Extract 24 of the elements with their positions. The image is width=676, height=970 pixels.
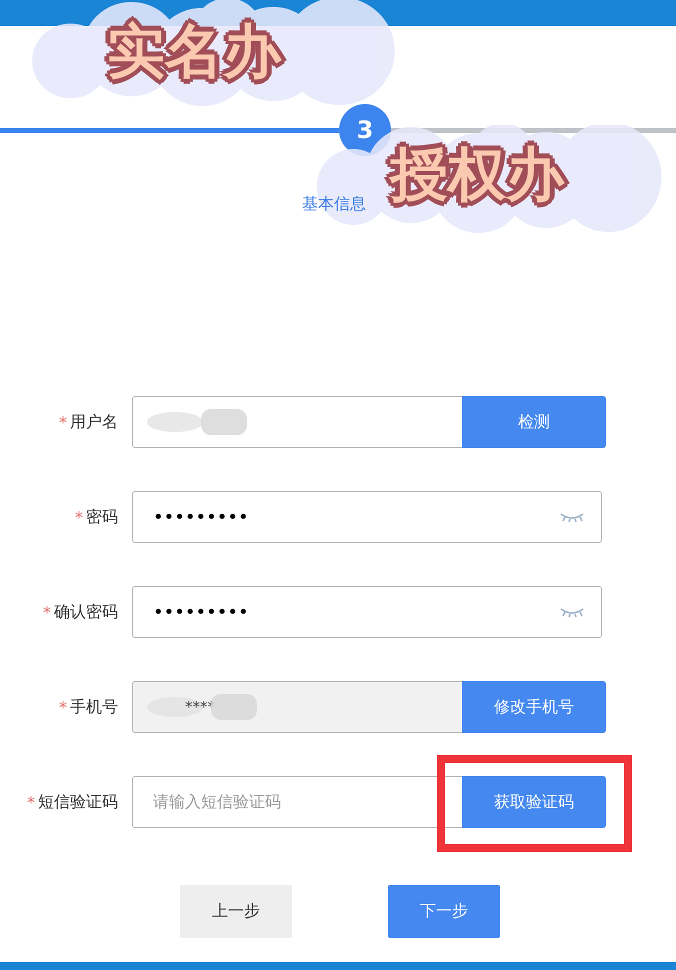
eye-closed-icon[interactable] [559,511,585,523]
required-mark: * [59,412,67,432]
step-label: 基本信息 [302,194,366,215]
action-button[interactable]: 获取验证码 [462,776,606,828]
required-mark: * [75,508,83,526]
field-label: 手机号 [70,696,118,718]
back-button[interactable]: 上一步 [180,885,292,938]
required-mark: * [59,698,67,716]
input-field[interactable]: 请输入短信验证码 [132,776,462,828]
field-label: 密码 [86,506,118,528]
eye-closed-icon[interactable] [559,606,585,618]
field-label: 用户名 [70,412,118,432]
field-label: 确认密码 [54,602,118,622]
sticker-text: 授权办 [390,145,564,203]
input-field[interactable] [132,396,462,448]
sticker-text: 实名办 [107,22,281,80]
required-mark: * [43,602,51,622]
redacted-blur [199,407,249,437]
input-field[interactable]: ••••••••• [132,491,602,543]
action-button[interactable]: 检测 [462,396,606,448]
input-field[interactable]: ••••••••• [132,586,602,638]
field-label: 短信验证码 [38,792,118,812]
required-mark: * [27,792,35,812]
next-button[interactable]: 下一步 [388,885,500,938]
